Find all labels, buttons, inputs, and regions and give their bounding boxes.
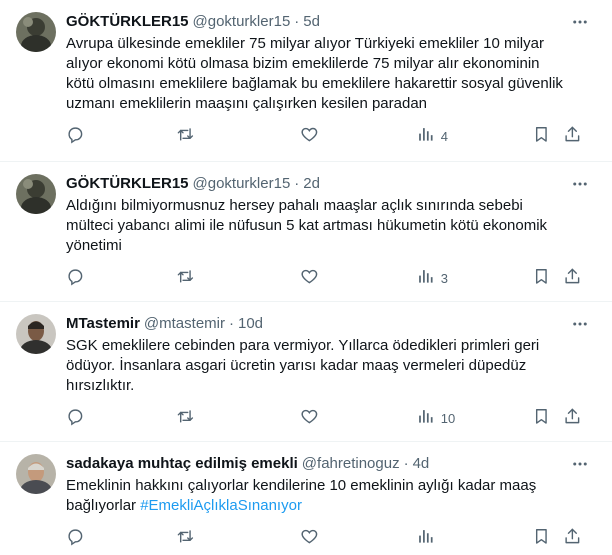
avatar[interactable] (16, 174, 56, 214)
tweet-header: GÖKTÜRKLER15 @gokturkler15 · 2d (66, 174, 596, 194)
author-name[interactable]: GÖKTÜRKLER15 (66, 174, 189, 194)
bookmark-button[interactable] (532, 267, 551, 289)
reply-icon (66, 407, 85, 429)
retweet-button[interactable] (176, 125, 195, 147)
tweet[interactable]: GÖKTÜRKLER15 @gokturkler15 · 2d Aldığını… (0, 162, 612, 302)
bookmark-button[interactable] (532, 527, 551, 549)
reply-icon (66, 125, 85, 147)
like-button[interactable] (300, 407, 319, 429)
author-handle[interactable]: @fahretinoguz (302, 454, 400, 474)
views-icon (416, 527, 435, 549)
tweet[interactable]: sadakaya muhtaç edilmiş emekli @fahretin… (0, 442, 612, 555)
bookmark-icon (532, 267, 551, 289)
like-icon (300, 125, 319, 147)
reply-icon (66, 527, 85, 549)
share-icon (563, 267, 582, 289)
separator: · (294, 13, 300, 30)
reply-icon (66, 267, 85, 289)
separator: · (229, 315, 234, 332)
tweet-header: sadakaya muhtaç edilmiş emekli @fahretin… (66, 454, 596, 474)
views-count: 3 (440, 270, 448, 286)
avatar[interactable] (16, 454, 56, 494)
share-icon (563, 125, 582, 147)
views-count: 10 (440, 410, 456, 426)
tweet-actions: 10 (66, 402, 596, 434)
tweet-actions (66, 522, 596, 554)
hashtag-link[interactable]: #EmekliAçlıklaSınanıyor (140, 497, 302, 514)
tweet-actions: 4 (66, 120, 596, 152)
retweet-button[interactable] (176, 267, 195, 289)
tweet-text: Avrupa ülkesinde emekliler 75 milyar alı… (66, 35, 563, 112)
tweet-feed: GÖKTÜRKLER15 @gokturkler15 · 5d Avrupa ü… (0, 0, 612, 555)
like-button[interactable] (300, 125, 319, 147)
bookmark-button[interactable] (532, 125, 551, 147)
reply-button[interactable] (66, 125, 85, 147)
author-name[interactable]: GÖKTÜRKLER15 (66, 12, 189, 32)
views-icon (416, 407, 435, 429)
share-button[interactable] (563, 407, 582, 429)
retweet-icon (176, 527, 195, 549)
more-icon[interactable] (570, 314, 590, 334)
retweet-icon (176, 407, 195, 429)
tweet-header: MTastemir @mtastemir · 10d (66, 314, 596, 334)
like-icon (300, 267, 319, 289)
author-name[interactable]: MTastemir (66, 314, 140, 334)
more-icon[interactable] (570, 454, 590, 474)
avatar[interactable] (16, 314, 56, 354)
retweet-button[interactable] (176, 407, 195, 429)
views-button[interactable]: 3 (416, 267, 448, 289)
tweet-text: Aldığını bilmiyormusnuz hersey pahalı ma… (66, 197, 548, 254)
like-button[interactable] (300, 267, 319, 289)
views-button[interactable]: 4 (416, 125, 448, 147)
tweet-header: GÖKTÜRKLER15 @gokturkler15 · 5d (66, 12, 596, 32)
separator: · (294, 175, 300, 192)
separator: · (403, 455, 409, 472)
share-button[interactable] (563, 267, 582, 289)
retweet-icon (176, 125, 195, 147)
tweet[interactable]: GÖKTÜRKLER15 @gokturkler15 · 5d Avrupa ü… (0, 0, 612, 162)
author-handle[interactable]: @gokturkler15 (193, 12, 291, 32)
retweet-icon (176, 267, 195, 289)
like-icon (300, 527, 319, 549)
bookmark-icon (532, 527, 551, 549)
timestamp[interactable]: 2d (303, 174, 320, 194)
like-icon (300, 407, 319, 429)
views-icon (416, 267, 435, 289)
views-count: 4 (440, 128, 448, 144)
bookmark-icon (532, 407, 551, 429)
views-button[interactable] (416, 527, 441, 549)
share-icon (563, 527, 582, 549)
tweet-text: Emeklinin hakkını çalıyorlar kendilerine… (66, 476, 596, 516)
author-name[interactable]: sadakaya muhtaç edilmiş emekli (66, 454, 298, 474)
timestamp[interactable]: 4d (413, 454, 430, 474)
more-icon[interactable] (570, 12, 590, 32)
reply-button[interactable] (66, 527, 85, 549)
retweet-button[interactable] (176, 527, 195, 549)
share-button[interactable] (563, 527, 582, 549)
timestamp[interactable]: 10d (238, 314, 263, 334)
tweet[interactable]: MTastemir @mtastemir · 10d SGK emekliler… (0, 302, 612, 442)
reply-button[interactable] (66, 407, 85, 429)
author-handle[interactable]: @gokturkler15 (193, 174, 291, 194)
views-icon (416, 125, 435, 147)
tweet-text: SGK emeklilere cebinden para vermiyor. Y… (66, 337, 540, 394)
bookmark-button[interactable] (532, 407, 551, 429)
more-icon[interactable] (570, 174, 590, 194)
author-handle[interactable]: @mtastemir (144, 314, 225, 334)
timestamp[interactable]: 5d (303, 12, 320, 32)
bookmark-icon (532, 125, 551, 147)
share-icon (563, 407, 582, 429)
avatar[interactable] (16, 12, 56, 52)
reply-button[interactable] (66, 267, 85, 289)
views-button[interactable]: 10 (416, 407, 455, 429)
share-button[interactable] (563, 125, 582, 147)
like-button[interactable] (300, 527, 319, 549)
tweet-actions: 3 (66, 262, 596, 294)
